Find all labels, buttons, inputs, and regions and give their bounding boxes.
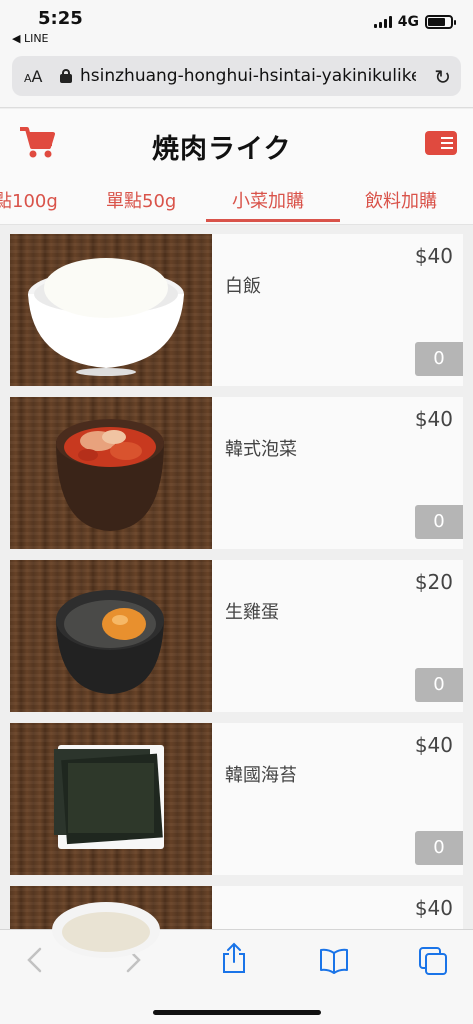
item-name: 生雞蛋	[225, 602, 279, 623]
signal-icon	[373, 16, 392, 28]
item-name: 白飯	[225, 276, 261, 297]
reload-icon[interactable]: ↻	[434, 65, 451, 89]
item-price: $40	[414, 733, 453, 757]
browser-address-area: AA hsinzhuang-honghui-hsintai-yakinikuli…	[0, 50, 473, 108]
reader-settings-button[interactable]: AA	[24, 67, 54, 86]
item-image-soup	[10, 886, 212, 1024]
tab-100g[interactable]: 點100g	[0, 187, 58, 213]
item-name: 韓式泡菜	[225, 439, 297, 460]
bookmarks-icon[interactable]	[318, 948, 350, 978]
tab-side-dishes[interactable]: 小菜加購	[232, 187, 304, 213]
item-price: $40	[414, 896, 453, 920]
share-icon[interactable]	[220, 942, 248, 978]
list-item[interactable]: 白飯 $40 0	[10, 234, 463, 386]
lock-icon	[60, 69, 72, 83]
list-item[interactable]: 生雞蛋 $20 0	[10, 560, 463, 712]
quantity-button[interactable]: 0	[415, 505, 463, 539]
menu-icon[interactable]	[425, 131, 457, 155]
item-name: 韓國海苔	[225, 765, 297, 786]
category-tabs: 點100g 單點50g 小菜加購 飲料加購	[0, 177, 473, 225]
back-to-app-link[interactable]: ◀ LINE	[12, 32, 49, 45]
cart-icon[interactable]	[18, 125, 56, 163]
status-bar: 5:25 ◀ LINE 4G	[0, 0, 473, 50]
item-image-seaweed	[10, 723, 212, 875]
address-bar[interactable]: AA hsinzhuang-honghui-hsintai-yakinikuli…	[12, 56, 461, 96]
list-item[interactable]: 韓國海苔 $40 0	[10, 723, 463, 875]
tabs-icon[interactable]	[418, 946, 448, 980]
item-price: $40	[414, 244, 453, 268]
app-header: 焼肉ライク	[0, 109, 473, 177]
status-time: 5:25	[38, 8, 83, 29]
quantity-button[interactable]: 0	[415, 342, 463, 376]
url-text[interactable]: hsinzhuang-honghui-hsintai-yakinikulike	[80, 66, 416, 86]
item-price: $40	[414, 407, 453, 431]
network-type: 4G	[397, 14, 419, 30]
active-tab-indicator	[206, 219, 340, 222]
list-item[interactable]: 韓式泡菜 $40 0	[10, 397, 463, 549]
item-image-rice	[10, 234, 212, 386]
quantity-button[interactable]: 0	[415, 831, 463, 865]
quantity-button[interactable]: 0	[415, 668, 463, 702]
item-image-raw-egg	[10, 560, 212, 712]
item-price: $20	[414, 570, 453, 594]
battery-icon	[425, 15, 456, 29]
item-image-kimchi	[10, 397, 212, 549]
tab-50g[interactable]: 單點50g	[106, 187, 176, 213]
brand-logo: 焼肉ライク	[152, 134, 292, 165]
tab-drinks[interactable]: 飲料加購	[365, 187, 437, 213]
